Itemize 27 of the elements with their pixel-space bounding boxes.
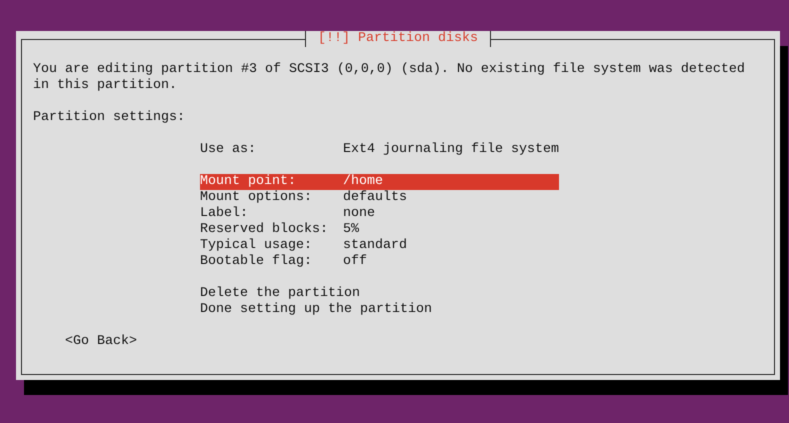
- setting-row[interactable]: Label: none: [200, 206, 559, 222]
- setting-row[interactable]: Bootable flag: off: [200, 254, 559, 270]
- setting-label: Use as:: [200, 142, 257, 158]
- setting-value: off: [343, 254, 368, 270]
- setting-value: Ext4 journaling file system: [343, 142, 559, 158]
- setting-row[interactable]: Mount options: defaults: [200, 190, 559, 206]
- setting-value: standard: [343, 238, 408, 254]
- setting-label: Bootable flag:: [200, 254, 313, 270]
- setting-row[interactable]: Typical usage: standard: [200, 238, 559, 254]
- go-back-button[interactable]: <Go Back>: [65, 334, 763, 350]
- setting-value: none: [343, 206, 376, 222]
- setting-label: Label:: [200, 206, 249, 222]
- setting-label: Reserved blocks:: [200, 222, 329, 238]
- setting-row[interactable]: Use as: Ext4 journaling file system: [200, 142, 559, 158]
- setting-row[interactable]: Mount point: /home: [200, 174, 559, 190]
- message-text: You are editing partition #3 of SCSI3 (0,0,0) (sda). No existing file system was detected in this partition.: [33, 62, 746, 94]
- setting-value: defaults: [343, 190, 408, 206]
- setting-label: Mount point:: [200, 174, 297, 190]
- section-label: Partition settings:: [33, 110, 186, 126]
- setting-label: Mount options:: [200, 190, 313, 206]
- setting-value: 5%: [343, 222, 360, 238]
- setting-row[interactable]: Reserved blocks: 5%: [200, 222, 559, 238]
- setting-label: Typical usage:: [200, 238, 313, 254]
- setting-value: /home: [343, 174, 384, 190]
- menu-action[interactable]: Done setting up the partition: [200, 302, 559, 318]
- menu-action[interactable]: Delete the partition: [200, 286, 559, 302]
- dialog-title: [!!] Partition disks: [305, 31, 491, 47]
